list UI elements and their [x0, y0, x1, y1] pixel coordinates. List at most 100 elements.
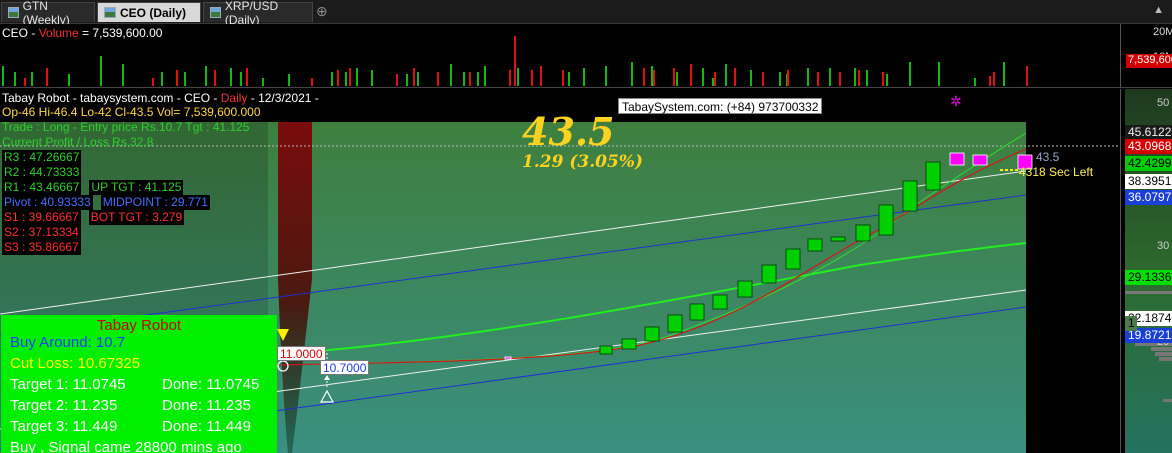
gear-icon[interactable]: ✲	[950, 93, 962, 110]
volume-bar	[152, 78, 154, 86]
volume-bar	[993, 72, 995, 86]
target-done: Done: 11.449	[162, 418, 251, 435]
volume-bar	[787, 70, 789, 86]
tab-label: XRP/USD (Daily)	[224, 0, 279, 27]
volume-bar	[540, 66, 542, 86]
chart-interval: Daily	[220, 91, 248, 105]
volume-bar	[568, 72, 570, 86]
volume-separator: -	[28, 26, 39, 40]
candle	[667, 314, 683, 333]
axis-price-box: 38.3951	[1125, 174, 1172, 189]
price-chart-pane[interactable]: Tabay Robot - tabaysystem.com - CEO - Da…	[0, 89, 1120, 453]
volume-bar	[469, 72, 471, 86]
pivot-row: Pivot : 40.93333 MIDPOINT : 29.771	[2, 195, 210, 210]
volume-bar	[100, 56, 102, 86]
chart-title-suffix: - 12/3/2021 -	[247, 91, 319, 105]
volume-bar	[886, 74, 888, 86]
volume-bar	[246, 68, 248, 86]
price-axis[interactable]: 50 40 30 20 45.612243.096842.429938.3951…	[1120, 89, 1172, 453]
volume-bar	[311, 78, 313, 86]
target-label: Target 3: 11.449	[10, 418, 118, 435]
axis-price-box: 1	[1125, 316, 1137, 331]
volume-bar	[262, 78, 264, 86]
candle	[902, 180, 918, 212]
candle	[621, 338, 637, 350]
candle	[785, 248, 801, 270]
volume-symbol: CEO	[2, 26, 29, 40]
candle	[972, 154, 988, 166]
volume-bar	[909, 62, 911, 86]
add-tab-icon[interactable]: ⊕	[316, 3, 328, 20]
pivot-s2: S2 : 37.13334	[2, 225, 81, 240]
target-row: Target 1: 11.0745 Done: 11.0745	[1, 376, 277, 397]
volume-bar	[477, 72, 479, 86]
big-change: 1.29 (3.05%)	[522, 152, 643, 172]
volume-bar	[839, 72, 841, 86]
volume-bar	[417, 72, 419, 86]
volume-bar	[240, 72, 242, 86]
pivot-s3: S3 : 35.86667	[2, 240, 81, 255]
up-target: UP TGT : 41.125	[89, 180, 184, 195]
trade-status: Trade : Long - Entry price Rs.10.7 Tgt :…	[2, 120, 250, 134]
pivot-row: S1 : 39.66667 BOT TGT : 3.279	[2, 210, 210, 225]
volume-bar	[413, 68, 415, 86]
volume-pane[interactable]: CEO - Volume = 7,539,600.00	[0, 24, 1120, 88]
volume-bar	[331, 72, 333, 86]
target-row: Target 2: 11.235 Done: 11.235	[1, 397, 277, 418]
tab-ceo-daily[interactable]: CEO (Daily)	[97, 2, 201, 22]
target-label: Target 2: 11.235	[10, 397, 118, 414]
pivot-point: Pivot : 40.93333	[2, 195, 93, 210]
volume-bar	[345, 72, 347, 86]
candle	[599, 345, 613, 355]
candle	[504, 356, 512, 360]
robot-panel: Tabay Robot Buy Around: 10.7 Cut Loss: 1…	[1, 315, 277, 453]
candle	[855, 224, 871, 242]
volume-bar	[396, 74, 398, 86]
candle	[925, 161, 941, 191]
tab-xrp-usd-daily[interactable]: XRP/USD (Daily)	[203, 0, 313, 27]
chart-icon	[210, 7, 221, 18]
target-label: Target 1: 11.0745	[10, 376, 126, 393]
volume-bar	[676, 72, 678, 86]
volume-bar	[463, 72, 465, 86]
volume-bar	[356, 68, 358, 86]
tab-bar: GTN (Weekly) CEO (Daily) XRP/USD (Daily)…	[0, 0, 1172, 27]
bottom-target: BOT TGT : 3.279	[88, 210, 185, 225]
volume-bar	[1003, 62, 1005, 86]
axis-price-box: 36.0797	[1125, 190, 1172, 205]
volume-bar	[484, 66, 486, 86]
volume-bar	[605, 66, 607, 86]
profit-status: Current Profit / Loss Rs.32.8	[2, 135, 154, 149]
ohlc-readout: Op-46 Hi-46.4 Lo-42 Cl-43.5 Vol= 7,539,6…	[2, 105, 261, 119]
candle	[807, 238, 823, 252]
volume-bar	[517, 68, 519, 86]
volume-bar	[437, 72, 439, 86]
volume-bar	[702, 68, 704, 86]
volume-axis: 20M 10M 7,539,600	[1120, 24, 1172, 88]
volume-bar	[184, 72, 186, 86]
volume-bar	[450, 64, 452, 86]
pivot-table: R3 : 47.26667 R2 : 44.73333 R1 : 43.4666…	[2, 150, 210, 255]
signal-status: Buy , Signal came 28800 mins ago	[10, 439, 242, 453]
axis-tick-label: 50	[1157, 97, 1170, 109]
tab-gtn-weekly[interactable]: GTN (Weekly)	[1, 0, 95, 27]
volume-bar	[854, 68, 856, 86]
volume-bar	[829, 68, 831, 86]
volume-bar	[509, 70, 511, 86]
volume-value: = 7,539,600.00	[78, 26, 163, 40]
volume-name: Volume	[38, 26, 79, 40]
volume-bars	[2, 36, 1028, 86]
chart-icon	[8, 7, 19, 18]
volume-bar	[46, 68, 48, 86]
volume-bar	[337, 70, 339, 86]
entry-price-label: 10.7000	[320, 360, 370, 375]
countdown-label: 4318 Sec Left	[1019, 165, 1094, 179]
volume-bar	[122, 64, 124, 86]
tab-label: GTN (Weekly)	[22, 0, 70, 27]
volume-bar	[1026, 66, 1028, 86]
buy-around: Buy Around: 10.7	[10, 334, 126, 351]
scroll-up-icon[interactable]: ▲	[1153, 4, 1164, 16]
chart-icon	[104, 7, 116, 18]
entry-high-label: 11.0000	[277, 346, 326, 361]
volume-bar	[24, 78, 26, 86]
